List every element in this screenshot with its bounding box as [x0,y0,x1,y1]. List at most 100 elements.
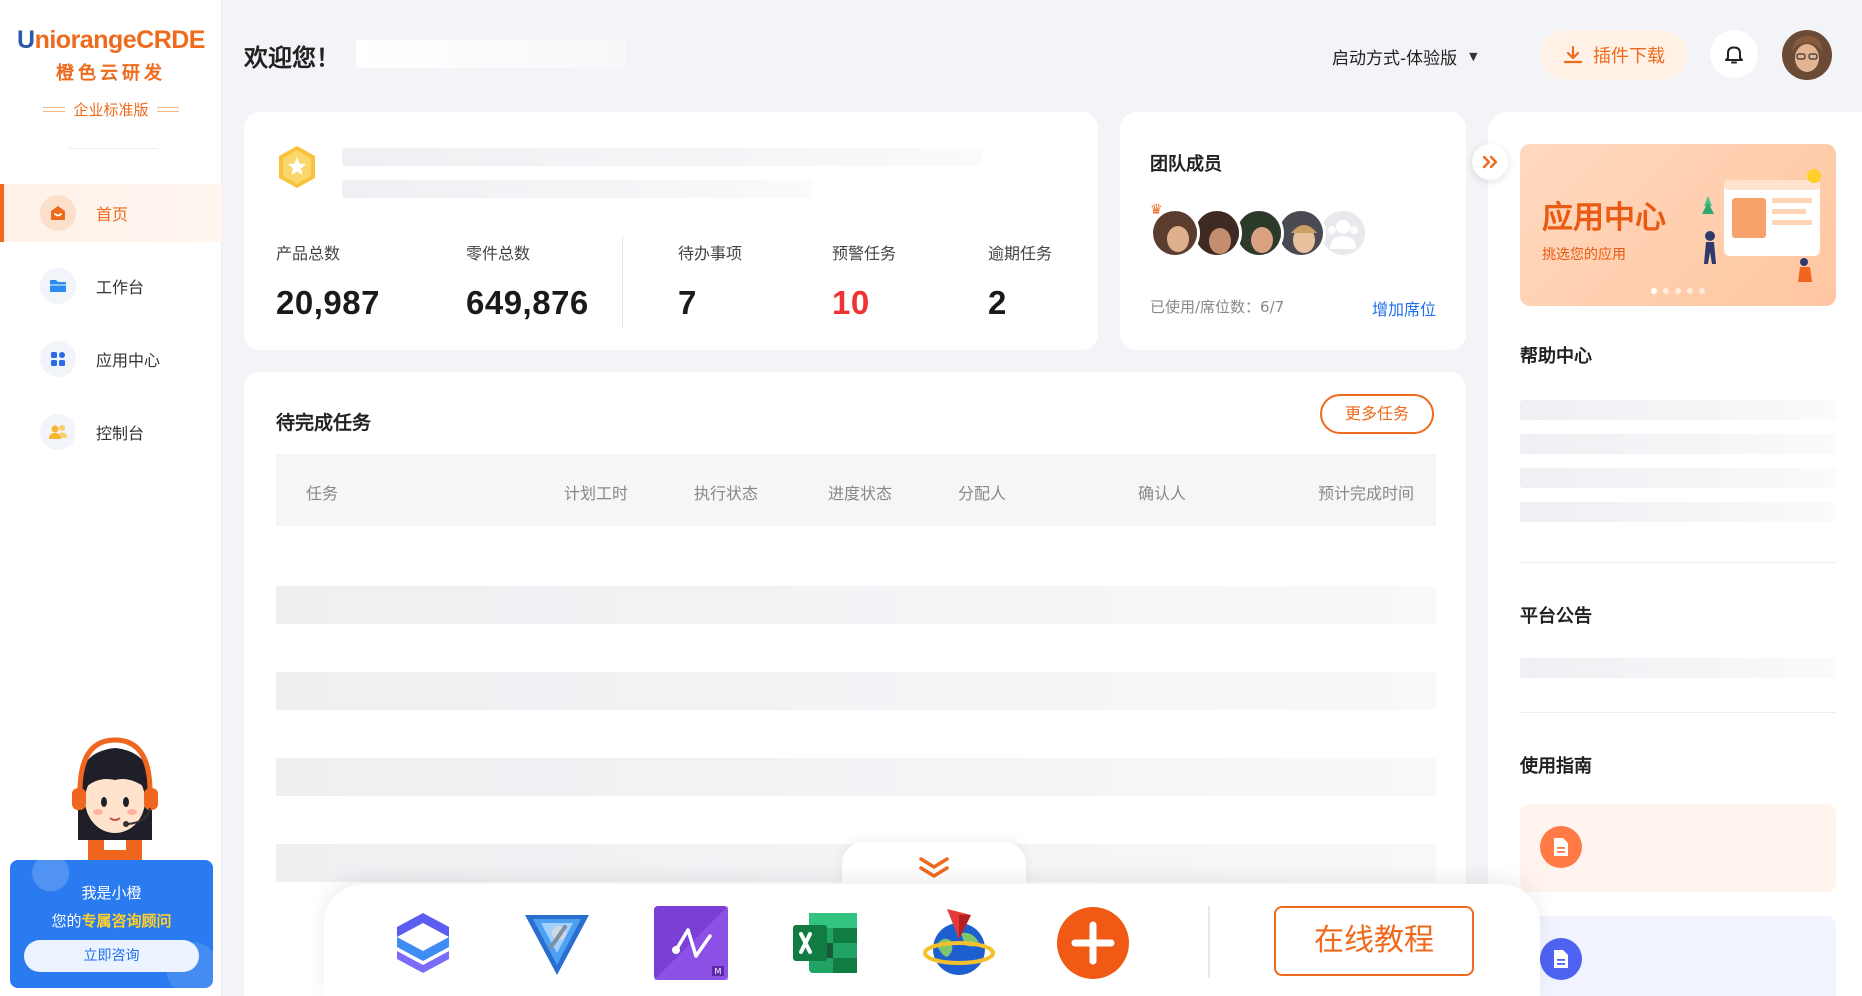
add-app-button[interactable] [1054,904,1132,982]
stat-value: 10 [832,284,870,321]
consult-now-button[interactable]: 立即咨询 [24,940,199,972]
dock-app-math[interactable]: M [652,904,730,982]
plugin-download-label: 插件下载 [1593,46,1665,67]
stat-todo[interactable]: 待办事项 7 [678,240,742,322]
caret-down-icon: ▼ [1469,50,1478,63]
banner-subtitle: 挑选您的应用 [1542,247,1626,263]
logo-chinese-name: 橙色云研发 [56,63,166,84]
assistant-card: 我是小橙 您的专属咨询顾问 立即咨询 [10,860,213,988]
bell-icon [1725,46,1743,64]
excel-icon [793,913,857,973]
edition-dash-left [43,107,66,112]
online-tutorial-button[interactable]: 在线教程 [1274,906,1474,976]
announcement-placeholder [1520,658,1836,678]
launch-mode-dropdown[interactable]: 启动方式-体验版 ▼ [1332,44,1478,69]
assistant-widget: 我是小橙 您的专属咨询顾问 立即咨询 [10,730,213,988]
math-app-icon: M [654,906,728,980]
dock-app-shield[interactable] [518,904,596,982]
dock-divider [1208,906,1210,978]
stat-value: 2 [988,284,1007,321]
user-guide-title: 使用指南 [1520,756,1592,777]
sidebar-item-workbench[interactable]: 工作台 [0,257,222,315]
edition-label: 企业标准版 [73,101,149,119]
org-name-placeholder [342,148,982,166]
apps-grid-icon [40,341,76,377]
table-row-placeholder [276,586,1436,624]
stat-label: 零件总数 [466,244,531,263]
column-header-assigner[interactable]: 分配人 [958,480,1006,504]
add-seat-link[interactable]: 增加席位 [1372,296,1436,320]
column-header-confirmer[interactable]: 确认人 [1138,480,1186,504]
banner-dot[interactable] [1699,288,1705,294]
shield-app-icon [525,915,589,975]
dock-app-cube[interactable] [384,904,462,982]
logo-wordmark: UniorangeCRDE [0,26,222,55]
sidebar-item-label: 应用中心 [96,351,161,370]
app-center-banner[interactable]: 应用中心 挑选您的应用 [1520,144,1836,306]
overview-card: 产品总数 20,987 零件总数 649,876 待办事项 7 预警任务 10 … [244,112,1098,350]
folder-icon [40,268,76,304]
document-icon [1540,826,1582,868]
sidebar-item-app-center[interactable]: 应用中心 [0,330,222,388]
banner-dot[interactable] [1675,288,1681,294]
seat-usage: 已使用/席位数：6/7 [1150,298,1285,316]
double-chevron-right-icon [1482,155,1498,169]
banner-dot[interactable] [1651,288,1657,294]
users-icon [40,414,76,450]
banner-dot[interactable] [1663,288,1669,294]
home-icon [40,195,76,231]
svg-text:M: M [715,967,722,976]
stat-total-parts[interactable]: 零件总数 649,876 [466,240,589,322]
guide-card[interactable] [1520,916,1836,996]
user-avatar[interactable] [1782,30,1832,80]
section-divider [1520,712,1836,713]
column-header-planned-hours[interactable]: 计划工时 [564,480,628,504]
help-item-placeholder [1520,434,1836,454]
stat-overdue-tasks[interactable]: 逾期任务 2 [988,240,1052,322]
sidebar-item-console[interactable]: 控制台 [0,403,222,461]
stat-value: 649,876 [466,284,589,321]
tasks-table-header: 任务 计划工时 执行状态 进度状态 分配人 确认人 预计完成时间 [276,454,1436,526]
sidebar-item-home[interactable]: 首页 [0,184,222,242]
assistant-tagline: 您的专属咨询顾问 [10,910,213,931]
sidebar-item-label: 工作台 [96,278,145,297]
column-header-task[interactable]: 任务 [306,480,338,504]
column-header-due-time[interactable]: 预计完成时间 [1318,480,1414,504]
assistant-avatar-illustration [72,737,158,865]
right-panel: 应用中心 挑选您的应用 帮助中心 平台公告 使用指南 [1488,112,1862,996]
team-title: 团队成员 [1150,154,1222,175]
logo-divider [68,148,158,149]
launch-mode-label: 启动方式-体验版 [1332,49,1458,69]
dock-app-globe[interactable] [920,904,998,982]
stat-total-products[interactable]: 产品总数 20,987 [276,240,380,322]
dock-app-excel[interactable] [786,904,864,982]
banner-pagination [1520,288,1836,294]
column-header-progress-status[interactable]: 进度状态 [828,480,892,504]
username-placeholder [356,40,626,68]
banner-dot[interactable] [1687,288,1693,294]
assistant-tagline-highlight: 专属咨询顾问 [81,912,172,930]
double-chevron-down-icon [919,857,949,878]
plugin-download-button[interactable]: 插件下载 [1540,30,1688,80]
stat-divider [622,236,623,328]
edition-badge: 企业标准版 [0,99,222,120]
column-header-execution-status[interactable]: 执行状态 [694,480,758,504]
globe-app-icon [923,909,995,975]
stat-value: 20,987 [276,284,380,321]
logo-mark: U [17,26,35,54]
stat-label: 预警任务 [832,244,897,263]
team-member-avatar[interactable] [1150,208,1200,258]
more-tasks-button[interactable]: 更多任务 [1320,394,1434,434]
guide-card[interactable] [1520,804,1836,892]
help-item-placeholder [1520,502,1836,522]
star-badge-icon [279,146,315,188]
notification-button[interactable] [1710,30,1758,78]
stat-warning-tasks[interactable]: 预警任务 10 [832,240,896,322]
collapse-panel-button[interactable] [1472,144,1508,180]
help-item-placeholder [1520,468,1836,488]
plus-icon [1057,907,1129,979]
help-item-placeholder [1520,400,1836,420]
brand-logo[interactable]: UniorangeCRDE 橙色云研发 企业标准版 [0,26,222,120]
org-desc-placeholder [342,180,812,198]
announcements-title: 平台公告 [1520,606,1592,627]
